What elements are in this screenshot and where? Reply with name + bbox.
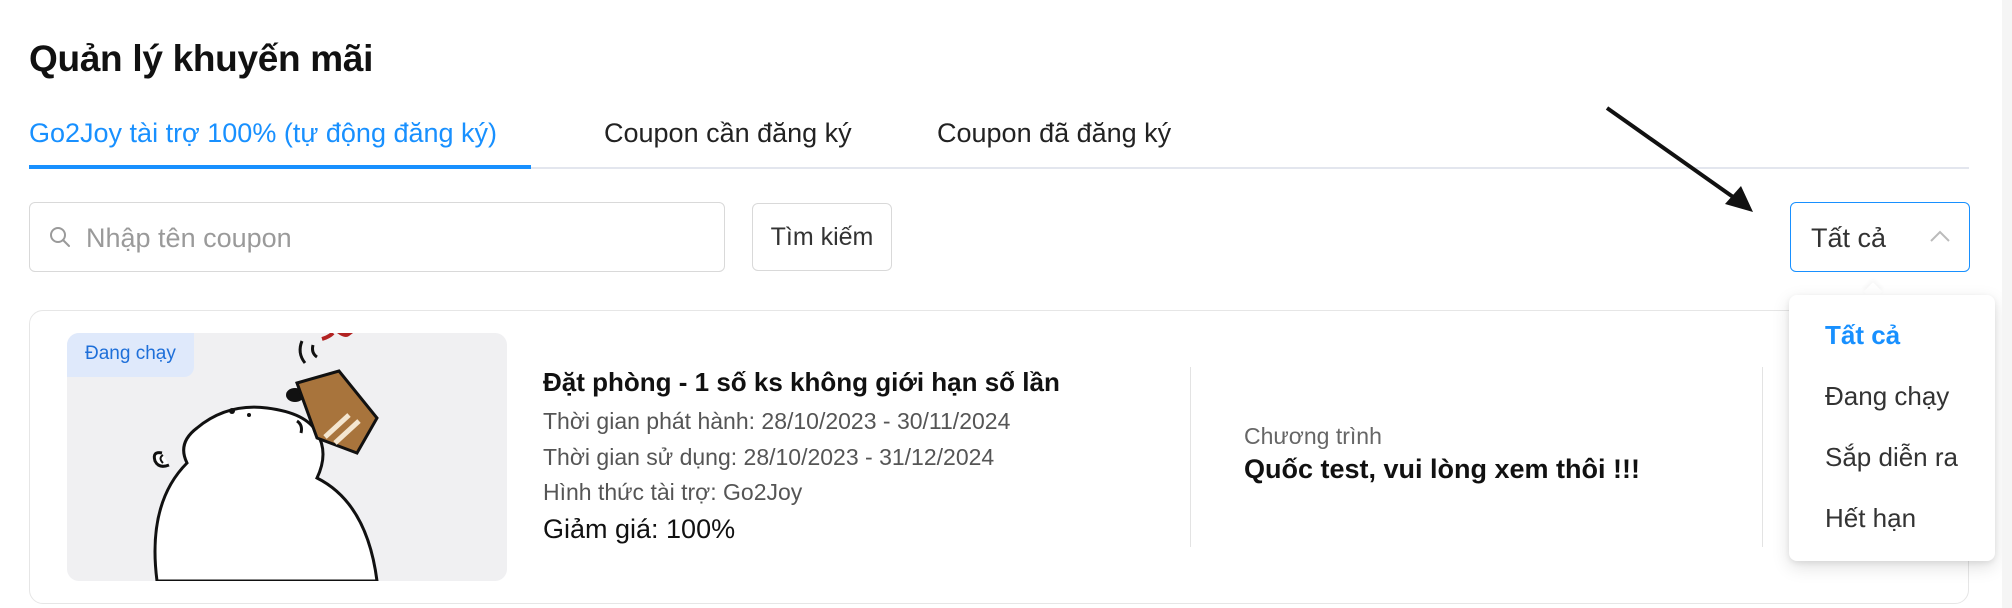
card-divider — [1190, 367, 1191, 547]
status-dropdown-menu: Tất cả Đang chạy Sắp diễn ra Hết hạn — [1789, 295, 1995, 561]
coupon-thumbnail: Đang chạy — [67, 333, 507, 581]
status-option-all[interactable]: Tất cả — [1825, 320, 1900, 351]
coupon-discount: Giảm giá: 100% — [543, 514, 736, 544]
tab-coupon-to-register[interactable]: Coupon cần đăng ký — [604, 118, 852, 149]
search-input[interactable] — [84, 203, 708, 273]
coupon-release-period: Thời gian phát hành: 28/10/2023 - 30/11/… — [543, 408, 1011, 434]
status-option-expired[interactable]: Hết hạn — [1825, 503, 1916, 534]
coupon-sponsor: Hình thức tài trợ: Go2Joy — [543, 479, 803, 505]
status-option-running[interactable]: Đang chạy — [1825, 381, 1949, 412]
program-name: Quốc test, vui lòng xem thôi !!! — [1244, 454, 1641, 484]
status-filter-select[interactable]: Tất cả — [1790, 202, 1970, 272]
active-tab-indicator — [29, 165, 531, 169]
tab-coupon-registered[interactable]: Coupon đã đăng ký — [937, 118, 1171, 149]
search-box — [29, 202, 725, 273]
page-title: Quản lý khuyến mãi — [29, 38, 374, 79]
annotation-arrow — [1605, 106, 1753, 212]
coupon-usage-period: Thời gian sử dụng: 28/10/2023 - 31/12/20… — [543, 444, 995, 470]
card-divider — [1762, 367, 1763, 547]
status-option-upcoming[interactable]: Sắp diễn ra — [1825, 442, 1958, 473]
coupon-title: Đặt phòng - 1 số ks không giới hạn số lầ… — [543, 367, 1060, 397]
status-badge: Đang chạy — [67, 333, 194, 377]
status-filter-value: Tất cả — [1811, 223, 1887, 253]
tab-go2joy-sponsored[interactable]: Go2Joy tài trợ 100% (tự động đăng ký) — [29, 118, 497, 149]
scrollbar[interactable] — [2002, 0, 2012, 608]
coupon-card[interactable]: Đang chạy Đặt phòng - 1 số ks không giới… — [29, 310, 1969, 604]
program-label: Chương trình — [1244, 423, 1382, 449]
search-icon — [50, 227, 70, 247]
search-button[interactable]: Tìm kiếm — [752, 203, 892, 271]
chevron-up-icon — [1930, 230, 1950, 242]
